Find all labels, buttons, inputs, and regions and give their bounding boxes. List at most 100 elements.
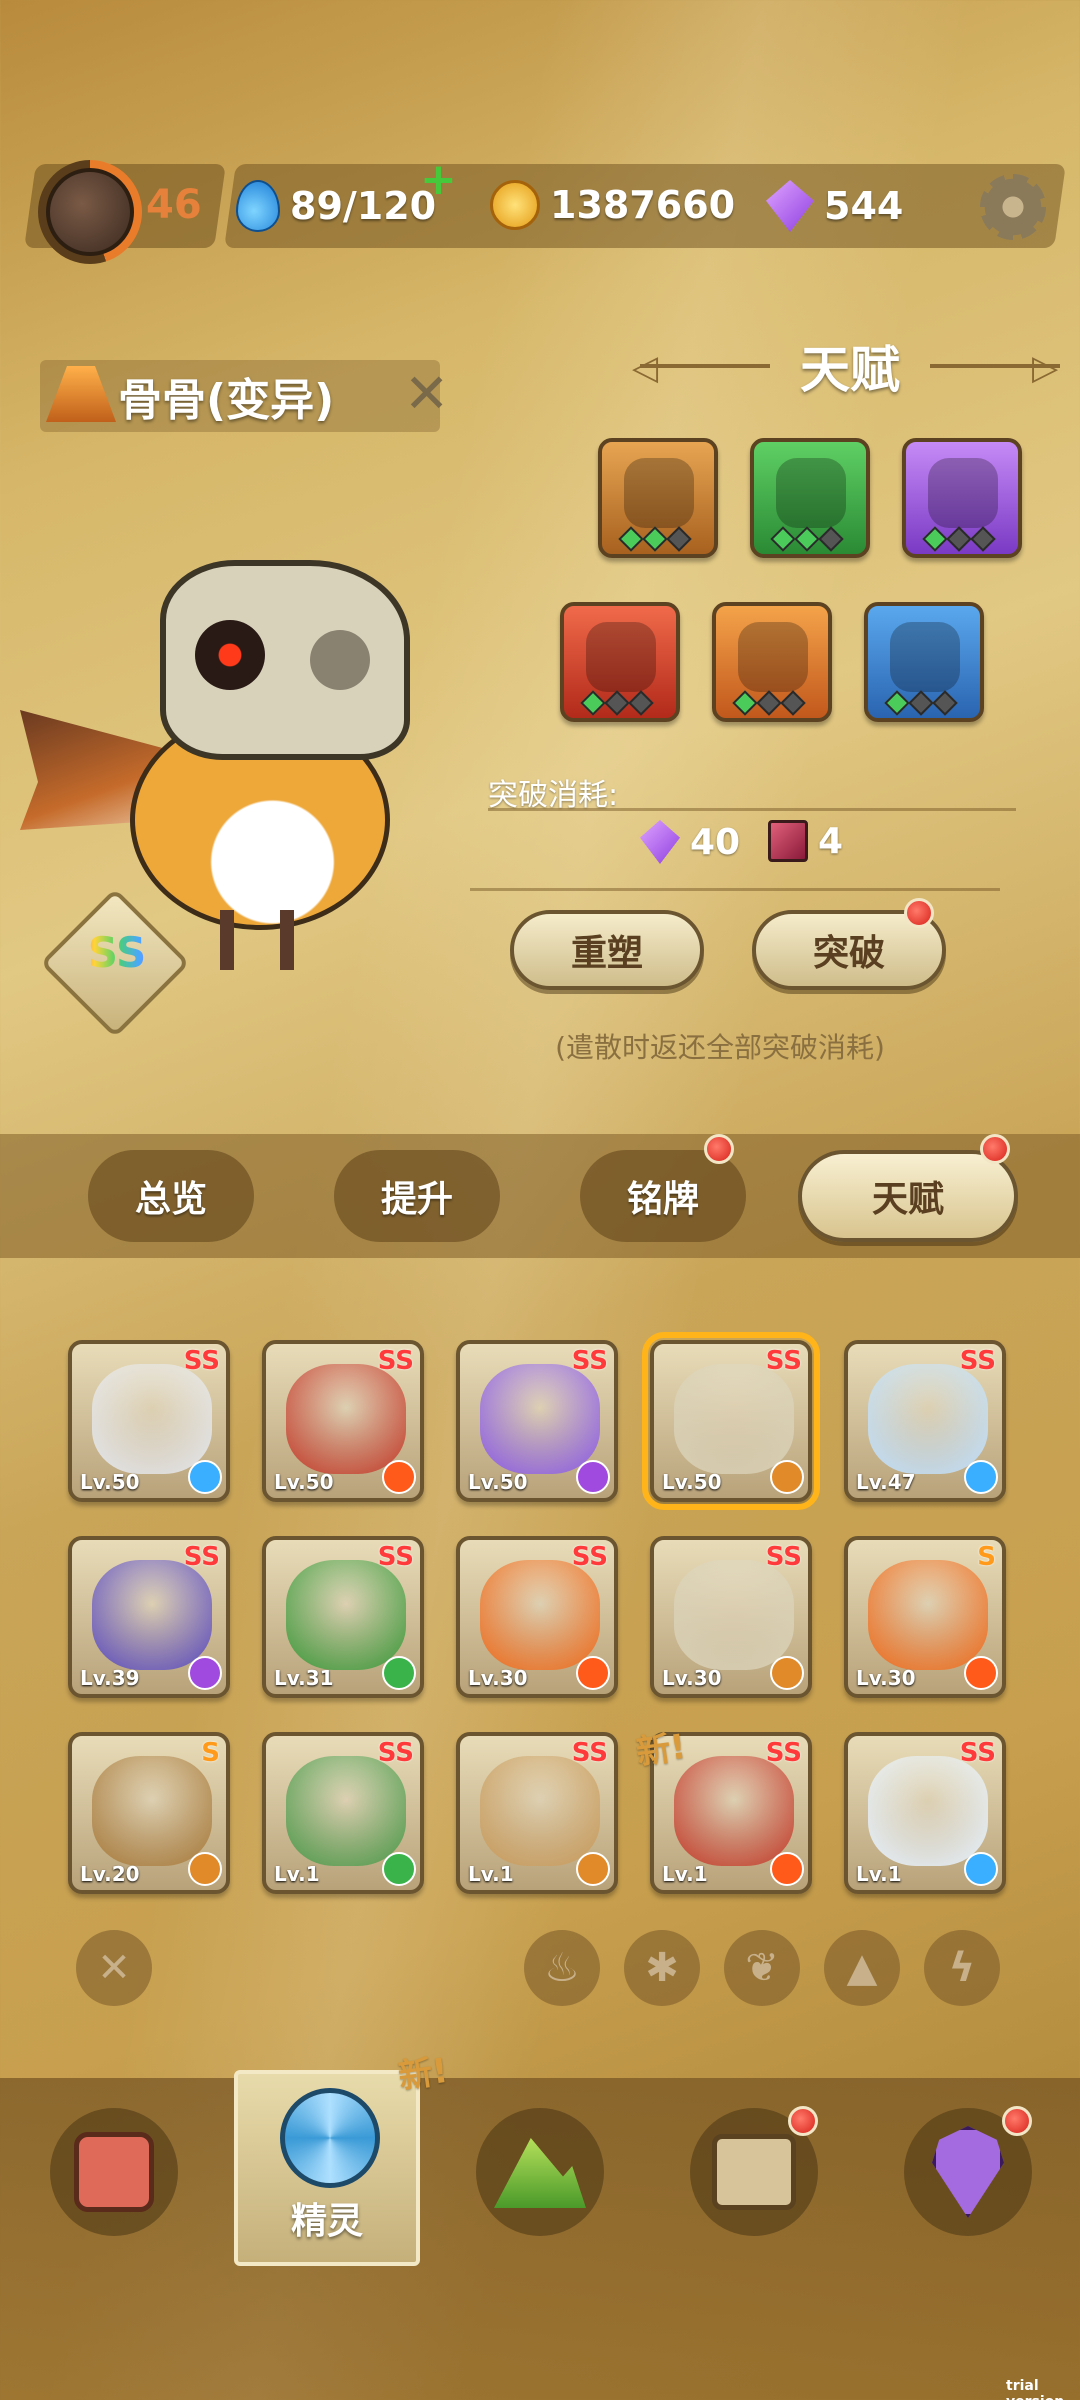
spirit-level: Lv.47 [856, 1470, 916, 1494]
spirit-thumbnail [868, 1560, 988, 1670]
spirit-rank: SS [183, 1542, 220, 1572]
spirit-card[interactable]: SS Lv.50 [456, 1340, 618, 1502]
talent-pip [732, 690, 758, 716]
earth-filter-icon[interactable]: ▲ [824, 1930, 900, 2006]
talent-level-pips [618, 526, 692, 552]
spirit-level: Lv.50 [468, 1470, 528, 1494]
spirit-card[interactable]: SS Lv.1 [844, 1732, 1006, 1894]
leaf-filter-icon[interactable]: ❦ [724, 1930, 800, 2006]
coin-icon [490, 180, 540, 230]
spirit-rank: SS [377, 1542, 414, 1572]
ice-filter-icon[interactable]: ✱ [624, 1930, 700, 2006]
nav-explore[interactable] [476, 2108, 604, 2236]
talent-glyph [890, 622, 960, 692]
gem-cost: 40 [640, 820, 740, 864]
talent-level-pips [770, 526, 844, 552]
tab-talent[interactable]: 天赋 [798, 1150, 1018, 1242]
spirit-card[interactable]: SS Lv.39 [68, 1536, 230, 1698]
gem-icon [640, 820, 680, 864]
talent-amber-icon[interactable] [712, 602, 832, 722]
tab-upgrade[interactable]: 提升 [334, 1150, 500, 1242]
spirit-card[interactable]: SS Lv.47 [844, 1340, 1006, 1502]
talent-pip [618, 526, 644, 552]
energy-display: 89/120 [236, 180, 436, 232]
spirit-thumbnail [286, 1756, 406, 1866]
talent-blue-icon[interactable] [864, 602, 984, 722]
spirit-thumbnail [286, 1560, 406, 1670]
spirit-card[interactable]: SS Lv.50 [642, 1332, 820, 1510]
spirit-card[interactable]: SS Lv.30 [650, 1536, 812, 1698]
spirit-rank: SS [765, 1346, 802, 1376]
leaf-element-icon [382, 1852, 416, 1886]
spirit-card[interactable]: SS Lv.31 [262, 1536, 424, 1698]
talent-level-pips [580, 690, 654, 716]
tab-overview[interactable]: 总览 [88, 1150, 254, 1242]
talent-level-pips [922, 526, 996, 552]
talent-pip [970, 526, 996, 552]
new-tag: 新! [633, 1726, 689, 1774]
spirit-rank: SS [571, 1542, 608, 1572]
spirit-level: Lv.20 [80, 1862, 140, 1886]
spirit-rank: SS [959, 1738, 996, 1768]
talent-glyph [776, 458, 846, 528]
talent-pip [922, 526, 948, 552]
mountain-icon [494, 2138, 586, 2208]
talent-red-icon[interactable] [560, 602, 680, 722]
energy-value: 89/120 [290, 184, 437, 228]
spirit-rank: SS [377, 1346, 414, 1376]
talent-glyph [586, 622, 656, 692]
talent-orange-icon[interactable] [598, 438, 718, 558]
earth-element-icon [188, 1852, 222, 1886]
leaf-element-icon [382, 1656, 416, 1690]
spirit-thumbnail [92, 1756, 212, 1866]
notification-dot [1002, 2106, 1032, 2136]
talent-pip [770, 526, 796, 552]
spirit-card[interactable]: SS Lv.1 [456, 1732, 618, 1894]
earth-element-icon [770, 1460, 804, 1494]
spirit-card[interactable]: SS Lv.30 [456, 1536, 618, 1698]
gear-icon[interactable] [980, 174, 1046, 240]
watermark: trial version [1006, 2378, 1064, 2400]
thunder-element-icon [188, 1656, 222, 1690]
rank-badge-label: SS [72, 928, 162, 977]
clear-filter-icon[interactable]: ✕ [76, 1930, 152, 2006]
spirit-rank: SS [571, 1738, 608, 1768]
earth-element-icon [770, 1656, 804, 1690]
talent-glyph [738, 622, 808, 692]
spirit-leg [220, 910, 234, 970]
spirit-card[interactable]: S Lv.20 [68, 1732, 230, 1894]
player-avatar[interactable] [38, 160, 142, 264]
gem-cost-value: 40 [690, 821, 741, 863]
spirit-name: 骨骨(变异) [118, 375, 335, 426]
spirit-card[interactable]: SS Lv.50 [68, 1340, 230, 1502]
fire-filter-icon[interactable]: ♨ [524, 1930, 600, 2006]
console-icon [74, 2132, 154, 2212]
spirit-card[interactable]: S Lv.30 [844, 1536, 1006, 1698]
thunder-filter-icon[interactable]: ϟ [924, 1930, 1000, 2006]
talent-pip [756, 690, 782, 716]
spirit-card[interactable]: SS Lv.1 [262, 1732, 424, 1894]
spirit-level: Lv.50 [662, 1470, 722, 1494]
add-energy-icon[interactable]: + [420, 154, 457, 205]
spirit-level: Lv.50 [274, 1470, 334, 1494]
fire-element-icon [964, 1656, 998, 1690]
spirit-card[interactable]: SS Lv.50 [262, 1340, 424, 1502]
spirit-rank: SS [377, 1738, 414, 1768]
talent-pip [818, 526, 844, 552]
gem-icon [766, 180, 814, 232]
notification-dot [980, 1134, 1010, 1164]
close-icon[interactable]: ✕ [404, 362, 449, 425]
talent-level-pips [732, 690, 806, 716]
talent-green-icon[interactable] [750, 438, 870, 558]
spirit-rank: S [201, 1738, 220, 1768]
nav-battle[interactable] [50, 2108, 178, 2236]
spirit-rank: S [977, 1542, 996, 1572]
spirit-level: Lv.1 [662, 1862, 708, 1886]
reshape-button[interactable]: 重塑 [510, 910, 704, 990]
spirit-level: Lv.50 [80, 1470, 140, 1494]
book-cost-value: 4 [818, 820, 844, 862]
talent-pip [580, 690, 606, 716]
talent-purple-icon[interactable] [902, 438, 1022, 558]
chest-icon [712, 2134, 796, 2210]
gem-display: 544 [766, 180, 903, 232]
